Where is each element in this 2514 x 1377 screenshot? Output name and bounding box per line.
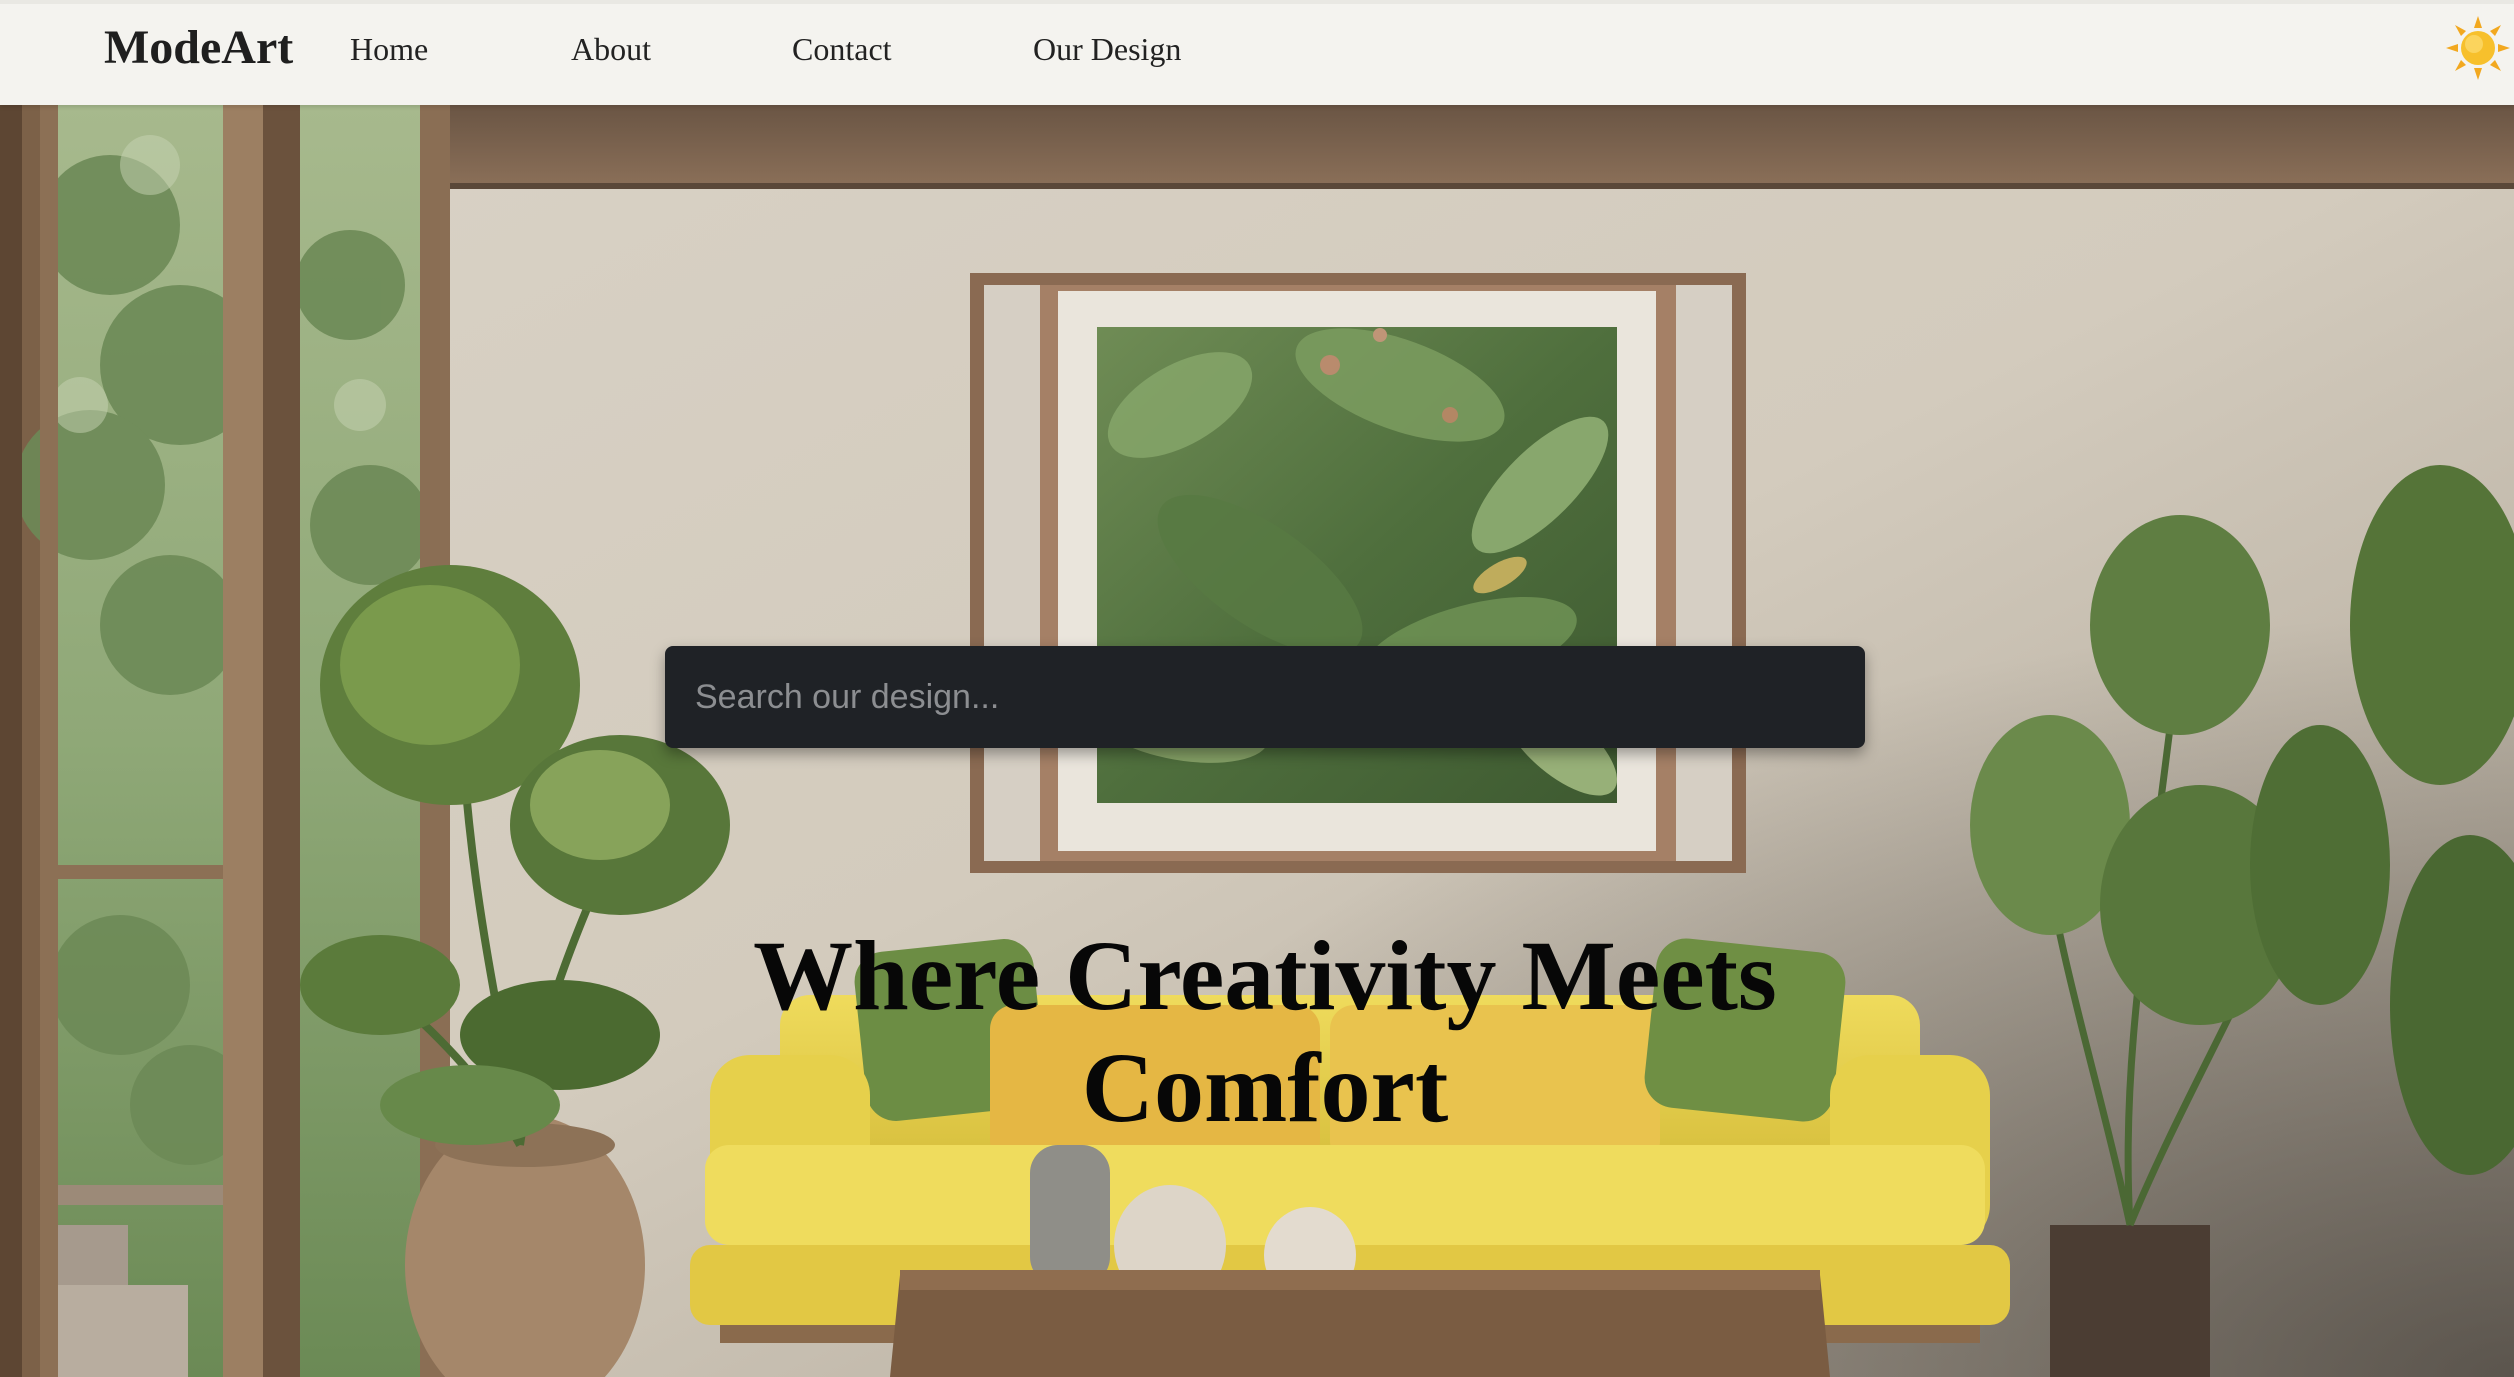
search-input[interactable] xyxy=(665,646,1865,748)
nav-link-home[interactable]: Home xyxy=(350,28,428,70)
nav-link-our-design[interactable]: Our Design xyxy=(1033,28,1181,70)
sun-icon[interactable] xyxy=(2446,16,2510,80)
hero-headline: Where Creativity Meets Comfort xyxy=(753,920,1777,1143)
brand-logo[interactable]: ModeArt xyxy=(104,16,293,80)
search-bar xyxy=(665,646,1865,748)
nav-link-contact[interactable]: Contact xyxy=(792,28,892,70)
nav-link-about[interactable]: About xyxy=(571,28,651,70)
top-navbar: ModeArt Home About Contact Our Design xyxy=(0,0,2514,105)
